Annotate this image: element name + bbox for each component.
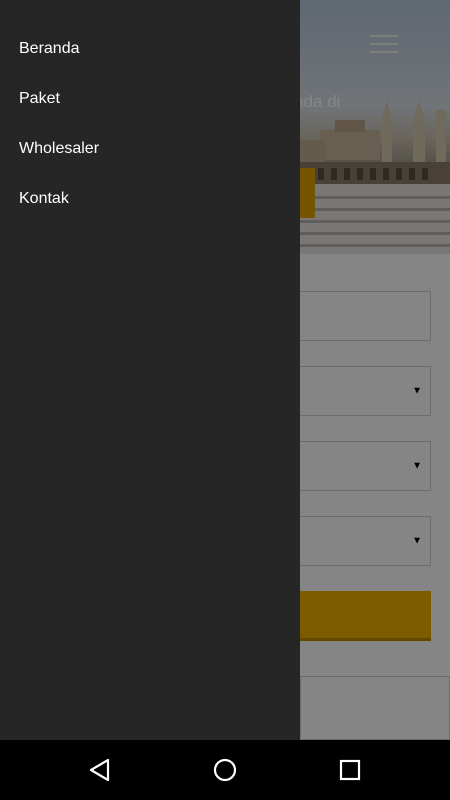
recents-square-icon[interactable] <box>335 755 365 785</box>
drawer-item-beranda[interactable]: Beranda <box>19 39 80 59</box>
drawer-item-paket[interactable]: Paket <box>19 89 60 109</box>
navigation-drawer: Beranda Paket Wholesaler Kontak <box>0 0 300 740</box>
home-circle-icon[interactable] <box>210 755 240 785</box>
drawer-item-kontak[interactable]: Kontak <box>19 189 69 209</box>
back-triangle-icon[interactable] <box>85 755 115 785</box>
system-navigation-bar <box>0 740 450 800</box>
drawer-item-wholesaler[interactable]: Wholesaler <box>19 139 99 159</box>
